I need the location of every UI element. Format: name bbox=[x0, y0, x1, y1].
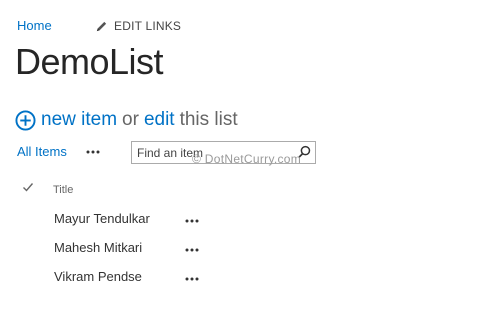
ellipsis-icon[interactable] bbox=[184, 270, 200, 286]
this-list-label: this list bbox=[179, 109, 238, 130]
or-label: or bbox=[122, 109, 139, 130]
home-link[interactable]: Home bbox=[17, 18, 52, 34]
new-item-link[interactable]: new item bbox=[41, 107, 117, 133]
edit-list-link[interactable]: edit bbox=[144, 107, 175, 133]
list-item-title[interactable]: Mayur Tendulkar bbox=[54, 211, 150, 227]
edit-links-label: EDIT LINKS bbox=[114, 19, 182, 33]
list-item-title[interactable]: Vikram Pendse bbox=[54, 269, 142, 285]
list-actions: new item or edit this list bbox=[15, 107, 238, 133]
ellipsis-icon[interactable] bbox=[184, 241, 200, 257]
ellipsis-icon[interactable] bbox=[184, 212, 200, 228]
pencil-icon bbox=[96, 21, 107, 31]
edit-links-button[interactable]: EDIT LINKS bbox=[95, 18, 181, 34]
column-header-title[interactable]: Title bbox=[53, 183, 73, 197]
checkmark-icon[interactable] bbox=[22, 181, 34, 193]
plus-circle-icon[interactable] bbox=[15, 109, 36, 131]
watermark: © DotNetCurry.com bbox=[192, 152, 302, 166]
page-title: DemoList bbox=[15, 41, 164, 82]
ellipsis-icon[interactable] bbox=[85, 143, 101, 159]
list-item-title[interactable]: Mahesh Mitkari bbox=[54, 240, 142, 256]
view-all-items[interactable]: All Items bbox=[17, 144, 67, 160]
